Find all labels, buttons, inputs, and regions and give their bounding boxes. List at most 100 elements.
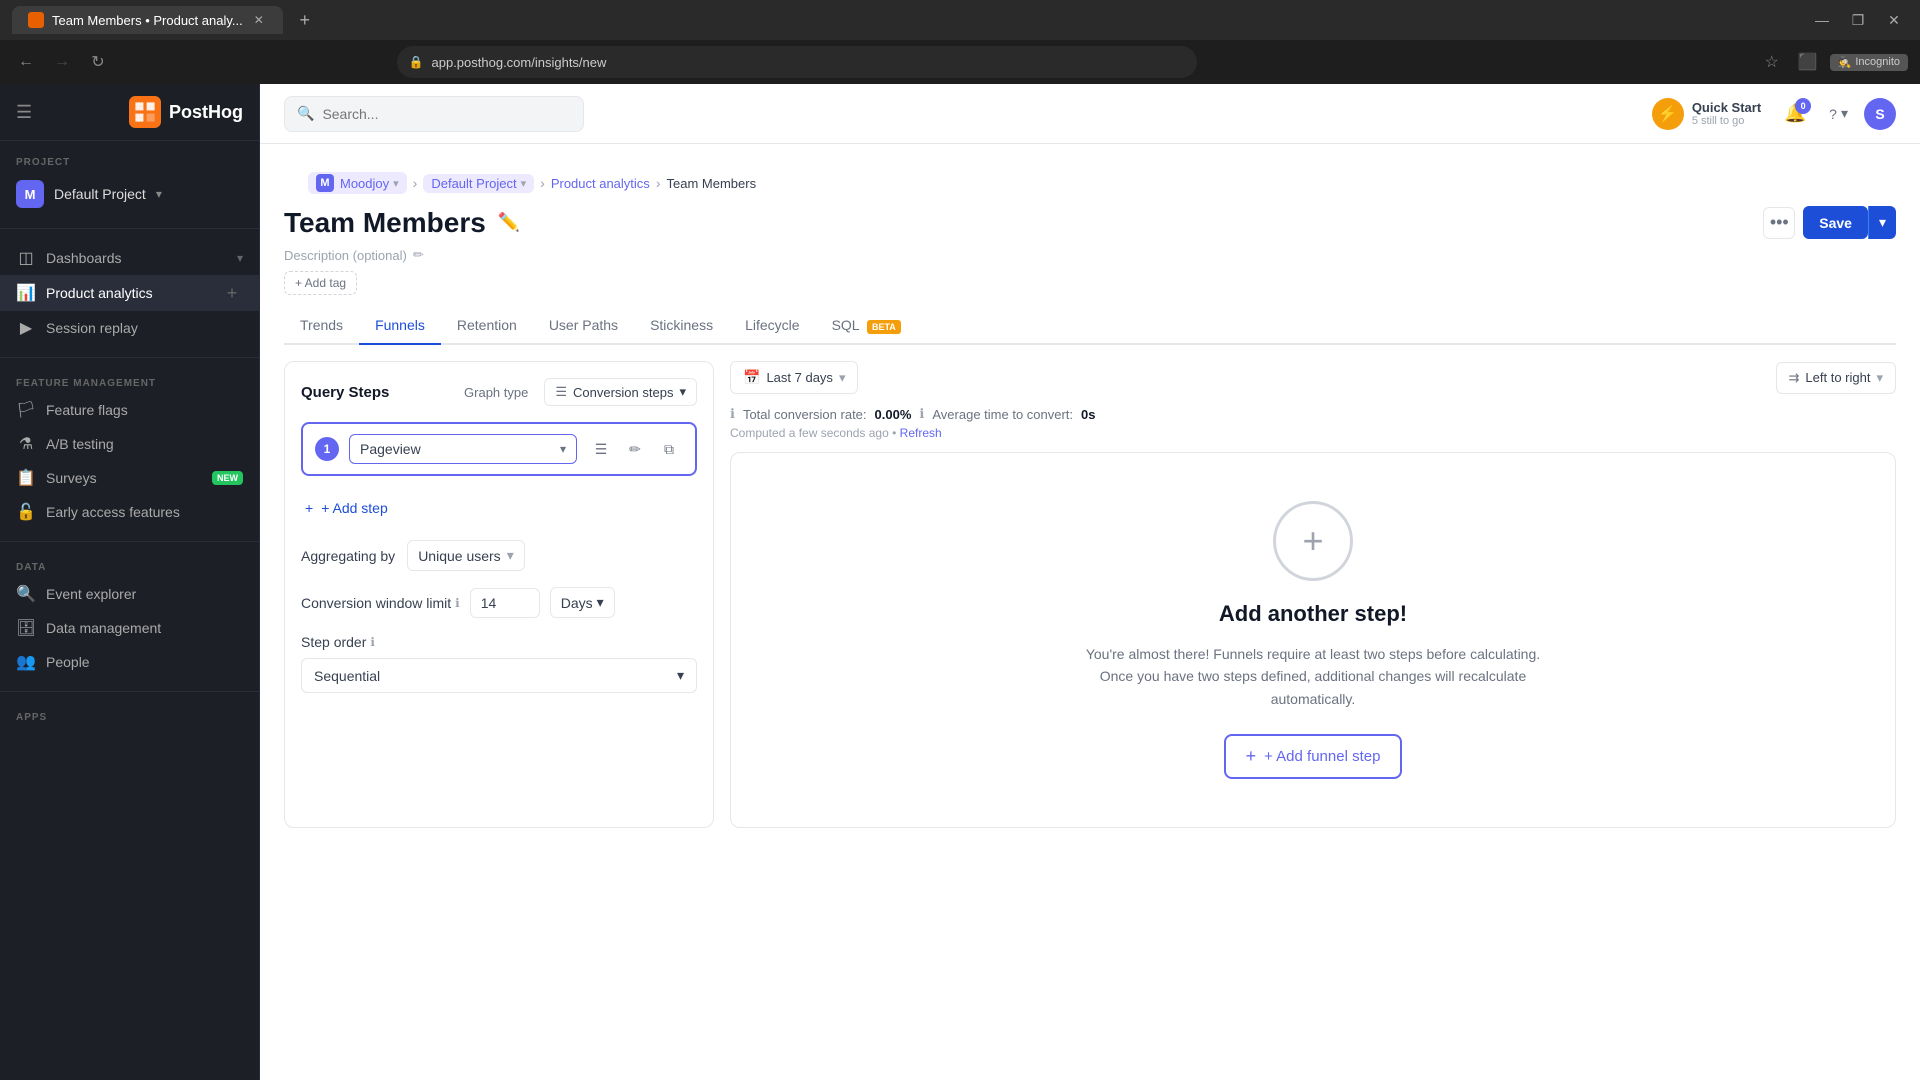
sidebar-project-section: PROJECT M Default Project ▾ <box>0 141 259 224</box>
conversion-window-row: Conversion window limit ℹ Days ▾ <box>301 587 697 618</box>
step-dropdown-icon: ▾ <box>560 442 566 456</box>
step-order-label: Step order ℹ <box>301 634 697 650</box>
ab-testing-label: A/B testing <box>46 436 243 452</box>
tab-close-btn[interactable]: ✕ <box>251 12 267 28</box>
project-selector[interactable]: M Default Project ▾ <box>0 172 259 216</box>
posthog-logo-icon <box>129 96 161 128</box>
save-dropdown-btn[interactable]: ▾ <box>1868 206 1896 239</box>
step-number-1: 1 <box>315 437 339 461</box>
date-range-filter[interactable]: 📅 Last 7 days ▾ <box>730 361 858 394</box>
breadcrumb-section[interactable]: Product analytics <box>551 176 650 191</box>
tab-trends[interactable]: Trends <box>284 307 359 345</box>
sidebar-item-surveys[interactable]: 📋 Surveys NEW <box>0 461 259 495</box>
aggregating-select[interactable]: Unique users ▾ <box>407 540 525 571</box>
hamburger-btn[interactable]: ☰ <box>16 102 32 123</box>
direction-filter[interactable]: ⇉ Left to right ▾ <box>1776 362 1896 394</box>
add-tag-btn[interactable]: + Add tag <box>284 271 357 295</box>
reload-btn[interactable]: ↻ <box>84 48 112 76</box>
more-options-btn[interactable]: ••• <box>1763 207 1795 239</box>
win-close-btn[interactable]: ✕ <box>1880 6 1908 34</box>
bookmark-btn[interactable]: ☆ <box>1758 48 1786 76</box>
results-header: 📅 Last 7 days ▾ ⇉ Left to right ▾ <box>730 361 1896 394</box>
query-panel: Query Steps Graph type ☰ Conversion step… <box>284 361 714 828</box>
address-right: ☆ ⬛ 🕵 Incognito <box>1758 48 1908 76</box>
product-analytics-label: Product analytics <box>46 285 211 301</box>
sidebar-item-feature-flags[interactable]: 🏳 Feature flags <box>0 393 259 427</box>
back-btn[interactable]: ← <box>12 48 40 76</box>
tab-retention[interactable]: Retention <box>441 307 533 345</box>
tab-stickiness[interactable]: Stickiness <box>634 307 729 345</box>
save-button[interactable]: trends Save <box>1803 206 1868 239</box>
breadcrumb-project[interactable]: M Moodjoy ▾ <box>308 172 407 194</box>
window-controls: — ❐ ✕ <box>1808 6 1908 34</box>
sidebar-divider-3 <box>0 541 259 542</box>
search-input[interactable] <box>322 106 571 122</box>
dashboards-label: Dashboards <box>46 250 227 266</box>
cast-btn[interactable]: ⬛ <box>1794 48 1822 76</box>
feature-flags-icon: 🏳 <box>16 400 36 420</box>
description-field[interactable]: Description (optional) ✏ <box>284 247 1896 263</box>
apps-section: APPS <box>0 696 259 735</box>
empty-title: Add another step! <box>1219 601 1407 627</box>
breadcrumb-sep-1: › <box>413 175 418 191</box>
product-analytics-add-icon[interactable]: + <box>221 282 243 304</box>
user-avatar[interactable]: S <box>1864 98 1896 130</box>
tab-user-paths[interactable]: User Paths <box>533 307 634 345</box>
add-step-btn[interactable]: + + Add step <box>301 492 697 524</box>
url-bar[interactable]: 🔒 app.posthog.com/insights/new <box>397 46 1197 78</box>
edit-title-btn[interactable]: ✏️ <box>498 212 520 233</box>
sidebar-item-people[interactable]: 👥 People <box>0 645 259 679</box>
query-steps-label: Query Steps <box>301 384 389 401</box>
main-nav-section: ◫ Dashboards ▾ 📊 Product analytics + ▶ S… <box>0 233 259 353</box>
add-funnel-step-btn[interactable]: + + Add funnel step <box>1224 734 1403 779</box>
tab-lifecycle[interactable]: Lifecycle <box>729 307 815 345</box>
tab-funnels[interactable]: Funnels <box>359 307 441 345</box>
conv-window-input[interactable] <box>470 588 540 618</box>
sidebar-item-data-management[interactable]: 🗄 Data management <box>0 611 259 645</box>
win-restore-btn[interactable]: ❐ <box>1844 6 1872 34</box>
sidebar-item-early-access[interactable]: 🔓 Early access features <box>0 495 259 529</box>
conv-days-select[interactable]: Days ▾ <box>550 587 615 618</box>
ab-testing-icon: ⚗ <box>16 434 36 454</box>
sidebar-item-session-replay[interactable]: ▶ Session replay <box>0 311 259 345</box>
help-btn[interactable]: ? ▾ <box>1829 105 1848 122</box>
empty-plus-circle: + <box>1273 501 1353 581</box>
quick-start-btn[interactable]: ⚡ Quick Start 5 still to go <box>1652 98 1761 130</box>
query-header: Query Steps Graph type ☰ Conversion step… <box>301 378 697 406</box>
search-box[interactable]: 🔍 <box>284 96 584 132</box>
surveys-label: Surveys <box>46 470 202 486</box>
step-filter-btn[interactable]: ☰ <box>587 435 615 463</box>
forward-btn[interactable]: → <box>48 48 76 76</box>
notifications-btn[interactable]: 🔔 0 <box>1777 96 1813 132</box>
breadcrumb-default-project[interactable]: Default Project ▾ <box>423 174 534 193</box>
new-tab-btn[interactable]: + <box>291 6 319 34</box>
feature-management-section: FEATURE MANAGEMENT 🏳 Feature flags ⚗ A/B… <box>0 362 259 537</box>
edit-description-icon: ✏ <box>413 247 424 263</box>
stats-bar: ℹ Total conversion rate: 0.00% ℹ Average… <box>730 406 1896 422</box>
sidebar-item-ab-testing[interactable]: ⚗ A/B testing <box>0 427 259 461</box>
direction-value: Left to right <box>1805 370 1870 385</box>
step-select-container[interactable]: Pageview ▾ <box>349 434 577 464</box>
graph-type-select[interactable]: ☰ Conversion steps ▾ <box>544 378 697 406</box>
step-edit-btn[interactable]: ✏ <box>621 435 649 463</box>
session-replay-icon: ▶ <box>16 318 36 338</box>
sidebar: ☰ PostHog PROJECT M Default Project <box>0 84 260 1080</box>
step-order-select[interactable]: Sequential ▾ <box>301 658 697 693</box>
tab-sql[interactable]: SQL BETA <box>816 307 917 345</box>
sidebar-item-product-analytics[interactable]: 📊 Product analytics + <box>0 275 259 311</box>
step-value: Pageview <box>360 441 560 457</box>
sidebar-divider-2 <box>0 357 259 358</box>
breadcrumb-current: Team Members <box>666 176 756 191</box>
graph-type-chevron-icon: ▾ <box>679 384 686 400</box>
add-funnel-step-label: + Add funnel step <box>1264 748 1380 765</box>
tag-row: + Add tag <box>284 271 1896 295</box>
browser-tab[interactable]: Team Members • Product analy... ✕ <box>12 6 283 34</box>
refresh-link[interactable]: Refresh <box>900 426 942 440</box>
sidebar-item-dashboards[interactable]: ◫ Dashboards ▾ <box>0 241 259 275</box>
quick-start-text-group: Quick Start 5 still to go <box>1692 100 1761 127</box>
browser-chrome: Team Members • Product analy... ✕ + — ❐ … <box>0 0 1920 40</box>
win-minimize-btn[interactable]: — <box>1808 6 1836 34</box>
step-copy-btn[interactable]: ⧉ <box>655 435 683 463</box>
sidebar-item-event-explorer[interactable]: 🔍 Event explorer <box>0 577 259 611</box>
add-step-plus-icon: + <box>305 500 313 516</box>
